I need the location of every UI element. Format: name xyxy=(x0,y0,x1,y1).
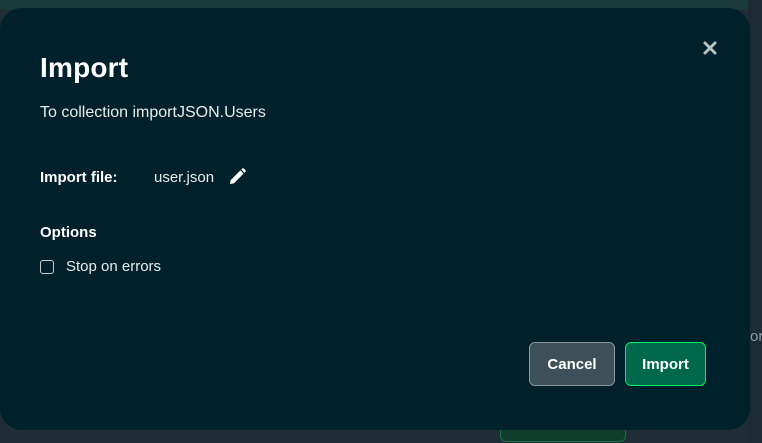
modal-title: Import xyxy=(40,52,129,83)
options-heading: Options xyxy=(40,224,97,241)
import-file-label: Import file: xyxy=(40,169,118,186)
import-modal: Import To collection importJSON.Users Im… xyxy=(0,8,750,430)
stop-on-errors-option[interactable]: Stop on errors xyxy=(40,258,161,275)
import-button[interactable]: Import xyxy=(625,342,706,386)
cancel-button[interactable]: Cancel xyxy=(529,342,615,386)
stop-on-errors-checkbox[interactable] xyxy=(40,259,54,274)
close-icon xyxy=(703,41,717,55)
modal-subtitle: To collection importJSON.Users xyxy=(40,104,266,121)
edit-file-button[interactable] xyxy=(227,167,247,187)
stop-on-errors-label: Stop on errors xyxy=(66,258,162,275)
backdrop-right-panel xyxy=(748,0,762,443)
import-file-name: user.json xyxy=(154,169,215,186)
pencil-icon xyxy=(230,168,246,184)
close-button[interactable] xyxy=(700,38,720,58)
backdrop-text-fragment: or xyxy=(750,328,762,345)
